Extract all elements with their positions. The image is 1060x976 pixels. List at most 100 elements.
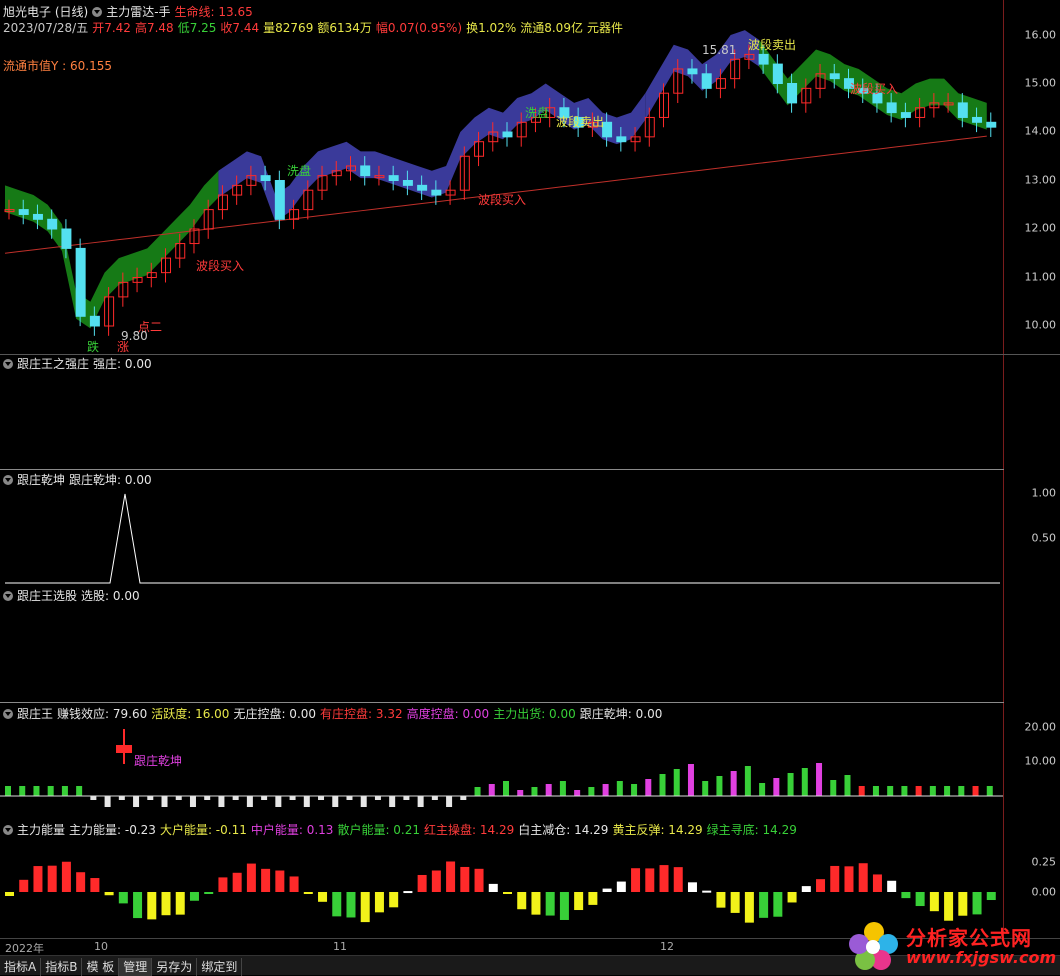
- p4-header: 跟庄王 赚钱效应: 79.60 活跃度: 16.00 无庄控盘: 0.00 有庄控盘: …: [3, 707, 666, 721]
- drop-label: 跌: [87, 340, 100, 354]
- float-value: 流通市值Y : 60.155: [3, 59, 112, 73]
- p5-main: 主力能量: -0.23: [69, 823, 156, 837]
- p3-value: 选股: 0.00: [81, 589, 140, 603]
- quote-sector: 元器件: [586, 21, 623, 35]
- p5-mid: 中户能量: 0.13: [250, 823, 334, 837]
- wave-buy-label: 波段买入: [478, 193, 527, 207]
- p1-name[interactable]: 跟庄王之强庄: [17, 357, 89, 371]
- p5-name[interactable]: 主力能量: [17, 823, 65, 837]
- p2-value: 跟庄乾坤: 0.00: [69, 473, 152, 487]
- p5-green: 绿主寻底: 14.29: [706, 823, 797, 837]
- tab-template[interactable]: 模 板: [82, 958, 120, 976]
- p4-axis: 20.00 10.00: [1003, 704, 1060, 820]
- stock-title[interactable]: 旭光电子 (日线): [3, 5, 88, 19]
- quote-high: 高7.48: [134, 21, 174, 35]
- tab-indicator-a[interactable]: 指标A: [0, 958, 42, 976]
- tab-bind[interactable]: 绑定到: [197, 958, 243, 976]
- price-tick: 14.00: [1024, 124, 1057, 138]
- stock-pick-panel[interactable]: 跟庄王选股 选股: 0.00: [0, 586, 1060, 704]
- price-tick: 10.00: [1024, 318, 1057, 332]
- qiankun-panel[interactable]: 1.00 0.50 跟庄乾坤 跟庄乾坤: 0.00: [0, 470, 1060, 586]
- p4-profit: 赚钱效应: 79.60: [57, 707, 148, 721]
- dropdown-icon[interactable]: [92, 7, 103, 17]
- p4-tick: 20.00: [1024, 720, 1057, 734]
- indicator-name[interactable]: 主力雷达-手: [106, 5, 170, 19]
- wash-label: 洗盘: [525, 106, 550, 120]
- logo-text: 分析家公式网: [906, 926, 1032, 950]
- p3-name[interactable]: 跟庄王选股: [17, 589, 77, 603]
- wave-sell-label: 波段卖出: [556, 115, 605, 129]
- dealer-king-panel[interactable]: 20.00 10.00 跟庄王 赚钱效应: 79.60 活跃度: 16.00 无庄控盘…: [0, 704, 1060, 820]
- p4-qiankun: 跟庄乾坤: 0.00: [579, 707, 663, 721]
- p4-name[interactable]: 跟庄王: [17, 707, 53, 721]
- p4-tick: 10.00: [1024, 754, 1057, 768]
- p1-header: 跟庄王之强庄 强庄: 0.00: [3, 357, 156, 371]
- time-label: 11: [333, 940, 347, 953]
- p5-yellow: 黄主反弹: 14.29: [612, 823, 703, 837]
- p2-tick: 1.00: [1031, 486, 1057, 500]
- dropdown-icon[interactable]: [3, 591, 13, 601]
- p1-value: 强庄: 0.00: [93, 357, 152, 371]
- time-label: 2022年: [5, 942, 44, 955]
- tab-save-as[interactable]: 另存为: [152, 958, 198, 976]
- rise-label: 涨: [117, 340, 130, 354]
- p4-has-control: 有庄控盘: 3.32: [320, 707, 403, 721]
- logo-url: www.fxjgsw.com: [906, 948, 1057, 967]
- p4-no-control: 无庄控盘: 0.00: [233, 707, 317, 721]
- wave-buy-label: 波段买入: [850, 82, 899, 96]
- main-header: 旭光电子 (日线) 主力雷达-手 生命线: 13.65: [3, 5, 257, 19]
- site-logo: 分析家公式网 www.fxjgsw.com: [844, 918, 1057, 972]
- price-tick: 12.00: [1024, 221, 1057, 235]
- high-mark: 15.81: [702, 43, 737, 57]
- candlestick-chart[interactable]: [0, 0, 1004, 354]
- quote-date: 2023/07/28/五: [3, 21, 89, 35]
- price-tick: 15.00: [1024, 76, 1057, 90]
- p2-axis: 1.00 0.50: [1003, 470, 1060, 586]
- dropdown-icon[interactable]: [3, 825, 13, 835]
- time-label: 12: [660, 940, 674, 953]
- p5-white: 白主减仓: 14.29: [518, 823, 609, 837]
- wave-buy-label: 波段买入: [196, 259, 245, 273]
- flower-logo-icon: [849, 922, 898, 970]
- p5-header: 主力能量 主力能量: -0.23 大户能量: -0.11 中户能量: 0.13 散户能量…: [3, 823, 801, 837]
- p4-marker: 跟庄乾坤: [134, 754, 183, 768]
- quote-turnover: 换1.02%: [466, 21, 517, 35]
- tab-indicator-b[interactable]: 指标B: [41, 958, 83, 976]
- quote-open: 开7.42: [92, 21, 131, 35]
- price-tick: 16.00: [1024, 28, 1057, 42]
- p1-axis: [1003, 355, 1060, 471]
- p2-header: 跟庄乾坤 跟庄乾坤: 0.00: [3, 473, 156, 487]
- p4-high-control: 高度控盘: 0.00: [406, 707, 490, 721]
- p2-tick: 0.50: [1031, 531, 1057, 545]
- p5-tick: 0.00: [1031, 885, 1057, 899]
- main-price-panel[interactable]: 16.00 15.00 14.00 13.00 12.00 11.00 10.0…: [0, 0, 1060, 354]
- tab-manage[interactable]: 管理: [119, 958, 153, 976]
- p4-outflow: 主力出货: 0.00: [493, 707, 576, 721]
- quote-change: 幅0.07(0.95%): [375, 21, 463, 35]
- p5-tick: 0.25: [1031, 855, 1057, 869]
- p5-big: 大户能量: -0.11: [159, 823, 247, 837]
- time-label: 10: [94, 940, 108, 953]
- p2-name[interactable]: 跟庄乾坤: [17, 473, 65, 487]
- price-tick: 13.00: [1024, 173, 1057, 187]
- p3-axis: [1003, 586, 1060, 704]
- dropdown-icon[interactable]: [3, 475, 13, 485]
- qiankun-chart: [5, 493, 1000, 584]
- strong-dealer-panel[interactable]: 跟庄王之强庄 强庄: 0.00: [0, 354, 1060, 471]
- dropdown-icon[interactable]: [3, 359, 13, 369]
- price-tick: 11.00: [1024, 270, 1057, 284]
- dropdown-icon[interactable]: [3, 709, 13, 719]
- quote-float-cap: 流通8.09亿: [520, 21, 583, 35]
- quote-amount: 额6134万: [317, 21, 372, 35]
- life-line: 生命线: 13.65: [174, 5, 253, 19]
- p5-retail: 散户能量: 0.21: [337, 823, 421, 837]
- quote-line: 2023/07/28/五 开7.42 高7.48 低7.25 收7.44 量82769 额6…: [3, 21, 627, 35]
- p3-header: 跟庄王选股 选股: 0.00: [3, 589, 144, 603]
- price-axis: 16.00 15.00 14.00 13.00 12.00 11.00 10.0…: [1003, 0, 1060, 354]
- p4-active: 活跃度: 16.00: [151, 707, 230, 721]
- wave-sell-label: 波段卖出: [748, 38, 797, 52]
- quote-close: 收7.44: [220, 21, 260, 35]
- quote-volume: 量82769: [263, 21, 314, 35]
- quote-low: 低7.25: [177, 21, 217, 35]
- p5-red: 红主操盘: 14.29: [424, 823, 515, 837]
